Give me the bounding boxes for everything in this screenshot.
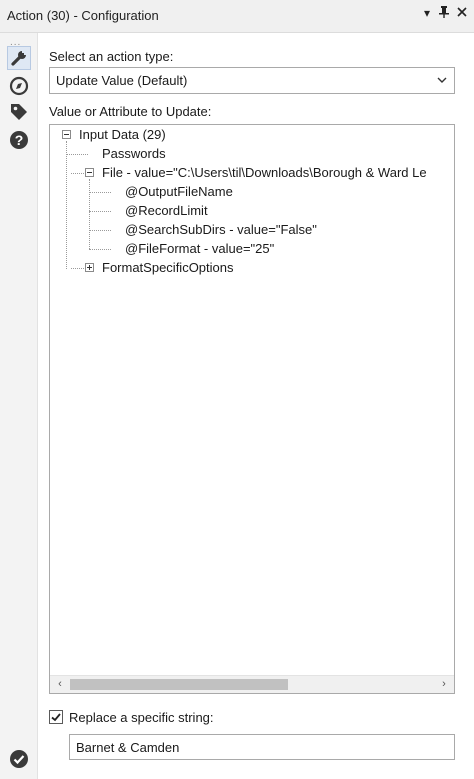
scroll-right-icon[interactable]: › bbox=[436, 678, 452, 690]
replace-string-label: Replace a specific string: bbox=[69, 710, 214, 725]
action-type-value: Update Value (Default) bbox=[56, 73, 188, 88]
panel-menu-icon[interactable]: ▾ bbox=[419, 6, 435, 20]
panel-titlebar: Action (30) - Configuration ▾ bbox=[0, 0, 474, 33]
collapse-toggle[interactable] bbox=[62, 130, 71, 139]
panel-title: Action (30) - Configuration bbox=[7, 8, 159, 23]
tree-node-record-limit[interactable]: @RecordLimit bbox=[125, 201, 208, 220]
compass-icon[interactable] bbox=[7, 74, 31, 98]
tree-node-file[interactable]: File - value="C:\Users\til\Downloads\Bor… bbox=[102, 163, 427, 182]
tree-connector bbox=[89, 230, 111, 231]
tree-node-passwords[interactable]: Passwords bbox=[102, 144, 166, 163]
replace-string-checkbox[interactable] bbox=[49, 710, 63, 724]
wrench-icon[interactable] bbox=[7, 46, 31, 70]
chevron-down-icon bbox=[436, 74, 448, 89]
pin-icon[interactable] bbox=[436, 6, 452, 21]
tree-connector bbox=[66, 141, 67, 269]
tool-rail: ... ? bbox=[0, 33, 38, 779]
close-icon[interactable] bbox=[454, 6, 470, 20]
tree-connector bbox=[66, 154, 88, 155]
expand-toggle[interactable] bbox=[85, 263, 94, 272]
replace-string-field[interactable] bbox=[69, 734, 455, 760]
tree-node-output-file-name[interactable]: @OutputFileName bbox=[125, 182, 233, 201]
tree-connector bbox=[89, 192, 111, 193]
tree-node-file-format[interactable]: @FileFormat - value="25" bbox=[125, 239, 274, 258]
action-type-label: Select an action type: bbox=[49, 49, 174, 64]
tree-node-input-data[interactable]: Input Data (29) bbox=[79, 125, 166, 144]
replace-string-input[interactable] bbox=[74, 739, 448, 756]
scrollbar-thumb[interactable] bbox=[70, 679, 288, 690]
tree-connector bbox=[89, 211, 111, 212]
svg-text:?: ? bbox=[15, 132, 24, 148]
check-circle-icon[interactable] bbox=[7, 747, 31, 771]
help-icon[interactable]: ? bbox=[7, 128, 31, 152]
scroll-left-icon[interactable]: ‹ bbox=[52, 678, 68, 690]
tree-node-search-sub-dirs[interactable]: @SearchSubDirs - value="False" bbox=[125, 220, 317, 239]
tree-connector bbox=[89, 179, 90, 249]
horizontal-scrollbar[interactable]: ‹ › bbox=[50, 675, 454, 693]
tree-label: Value or Attribute to Update: bbox=[49, 104, 212, 119]
attribute-tree[interactable]: Input Data (29) Passwords File - value="… bbox=[49, 124, 455, 694]
collapse-toggle[interactable] bbox=[85, 168, 94, 177]
tree-node-format-specific-options[interactable]: FormatSpecificOptions bbox=[102, 258, 234, 277]
tree-connector bbox=[89, 249, 111, 250]
action-type-select[interactable]: Update Value (Default) bbox=[49, 67, 455, 94]
checkmark-icon bbox=[51, 713, 61, 722]
tag-icon[interactable] bbox=[7, 100, 31, 124]
